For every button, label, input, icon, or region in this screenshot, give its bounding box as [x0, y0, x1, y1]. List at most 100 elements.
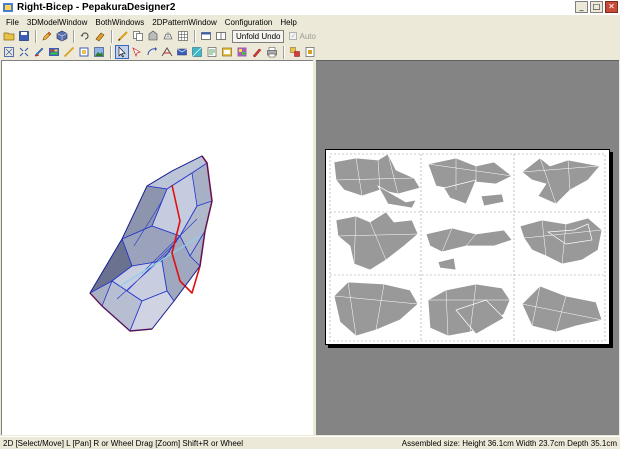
window-icon: [201, 32, 211, 40]
join-faces-button[interactable]: [146, 29, 160, 43]
save-disk-icon: [19, 31, 29, 41]
status-mode-text: 2D [Select/Move] L [Pan] R or Wheel Drag…: [3, 438, 244, 448]
rotate-view-button[interactable]: [78, 29, 92, 43]
window-title: Right-Bicep - PepakuraDesigner2: [17, 2, 176, 13]
toolbar-separator: [194, 29, 196, 43]
edit-mode-button[interactable]: [40, 29, 54, 43]
cube-icon: [56, 30, 68, 42]
open-file-button[interactable]: [2, 29, 16, 43]
fit-view-button[interactable]: [2, 45, 16, 59]
print-button[interactable]: [265, 45, 279, 59]
grid-button[interactable]: [176, 29, 190, 43]
open-folder-icon: [3, 32, 15, 41]
status-size-text: Assembled size: Height 36.1cm Width 23.7…: [401, 438, 617, 448]
join-icon: [148, 30, 158, 41]
print-area-button[interactable]: [220, 45, 234, 59]
check-icon: ✓: [289, 32, 298, 40]
join-edge-button[interactable]: [160, 45, 174, 59]
menu-3dmodelwindow[interactable]: 3DModelWindow: [23, 18, 91, 27]
save-file-button[interactable]: [17, 29, 31, 43]
page-settings-button[interactable]: [303, 45, 317, 59]
menu-2dpatternwindow[interactable]: 2DPatternWindow: [148, 18, 220, 27]
auto-checkbox[interactable]: ✓ Auto: [289, 31, 316, 41]
arrange-icon: [290, 47, 300, 57]
fold-line-icon: [192, 47, 202, 57]
window-layout-button[interactable]: [199, 29, 213, 43]
page-icon: [207, 47, 217, 57]
bicep-3d-model: [89, 155, 213, 332]
menu-help[interactable]: Help: [276, 18, 300, 27]
text-tool-button[interactable]: [77, 45, 91, 59]
pen-tool-button[interactable]: [32, 45, 46, 59]
page-settings-icon: [305, 47, 315, 57]
menu-configuration[interactable]: Configuration: [221, 18, 277, 27]
edge-join-icon: [161, 47, 173, 57]
rotate-icon: [80, 32, 89, 40]
flap-button[interactable]: [161, 29, 175, 43]
move-icon: [132, 47, 141, 58]
move-tool-button[interactable]: [130, 45, 144, 59]
model-3d-view[interactable]: [1, 60, 313, 435]
status-bar: 2D [Select/Move] L [Pan] R or Wheel Drag…: [0, 436, 620, 449]
pencil-cube-icon: [42, 31, 52, 41]
rotate-part-icon: [147, 47, 157, 56]
select-all-button[interactable]: [17, 45, 31, 59]
model-3d-button[interactable]: [55, 29, 69, 43]
auto-label: Auto: [299, 31, 316, 41]
fold-line-button[interactable]: [190, 45, 204, 59]
fit-view-icon: [4, 47, 14, 57]
unfold-undo-button[interactable]: Unfold Undo: [232, 29, 285, 43]
toolbar-separator: [35, 29, 37, 43]
flap-icon: [163, 32, 173, 40]
maximize-button[interactable]: □: [590, 1, 603, 13]
edit-toolbar: [0, 44, 620, 60]
main-toolbar: Unfold Undo ✓ Auto: [0, 28, 620, 44]
paint-icon: [95, 32, 105, 42]
print-page: [325, 149, 610, 345]
line-tool-button[interactable]: [62, 45, 76, 59]
red-pen-button[interactable]: [250, 45, 264, 59]
pattern-parts-canvas[interactable]: [326, 150, 609, 344]
cut-edge-button[interactable]: [116, 29, 130, 43]
copy-button[interactable]: [131, 29, 145, 43]
texture-toggle-button[interactable]: [235, 45, 249, 59]
window-split-icon: [216, 32, 226, 40]
line-tool-icon: [63, 46, 75, 58]
page-layout-button[interactable]: [205, 45, 219, 59]
arrows-icon: [19, 47, 29, 57]
unfolded-parts: [333, 153, 603, 337]
toolbar-separator: [111, 29, 113, 43]
rotate-part-button[interactable]: [145, 45, 159, 59]
texture-button[interactable]: [93, 29, 107, 43]
image-icon: [94, 47, 104, 57]
flap-toggle-icon: [177, 48, 187, 56]
palette-icon: [49, 48, 59, 56]
pointer-icon: [118, 46, 126, 58]
model-3d-canvas[interactable]: [2, 61, 314, 436]
frame-icon: [79, 47, 89, 57]
toolbar-separator: [110, 45, 112, 59]
print-area-icon: [222, 47, 232, 57]
menu-bothwindows[interactable]: BothWindows: [91, 18, 148, 27]
ruler-pencil-icon: [117, 31, 128, 42]
menu-bar: File 3DModelWindow BothWindows 2DPattern…: [0, 15, 620, 29]
color-tool-button[interactable]: [47, 45, 61, 59]
grid-icon: [178, 31, 188, 41]
texture-toggle-icon: [237, 47, 247, 57]
flap-toggle-button[interactable]: [175, 45, 189, 59]
pattern-2d-view[interactable]: [316, 60, 619, 435]
minimize-button[interactable]: _: [575, 1, 588, 13]
close-button[interactable]: ✕: [605, 1, 618, 13]
copy-icon: [133, 31, 143, 41]
menu-file[interactable]: File: [2, 18, 23, 27]
title-bar: Right-Bicep - PepakuraDesigner2 _ □ ✕: [0, 0, 620, 15]
image-tool-button[interactable]: [92, 45, 106, 59]
parts-arrange-button[interactable]: [288, 45, 302, 59]
window-layout-2-button[interactable]: [214, 29, 228, 43]
toolbar-separator: [283, 45, 285, 59]
app-window: Right-Bicep - PepakuraDesigner2 _ □ ✕ Fi…: [0, 0, 620, 449]
select-tool-button[interactable]: [115, 45, 129, 59]
printer-icon: [267, 47, 277, 58]
toolbar-separator: [73, 29, 75, 43]
red-pen-icon: [252, 48, 262, 58]
